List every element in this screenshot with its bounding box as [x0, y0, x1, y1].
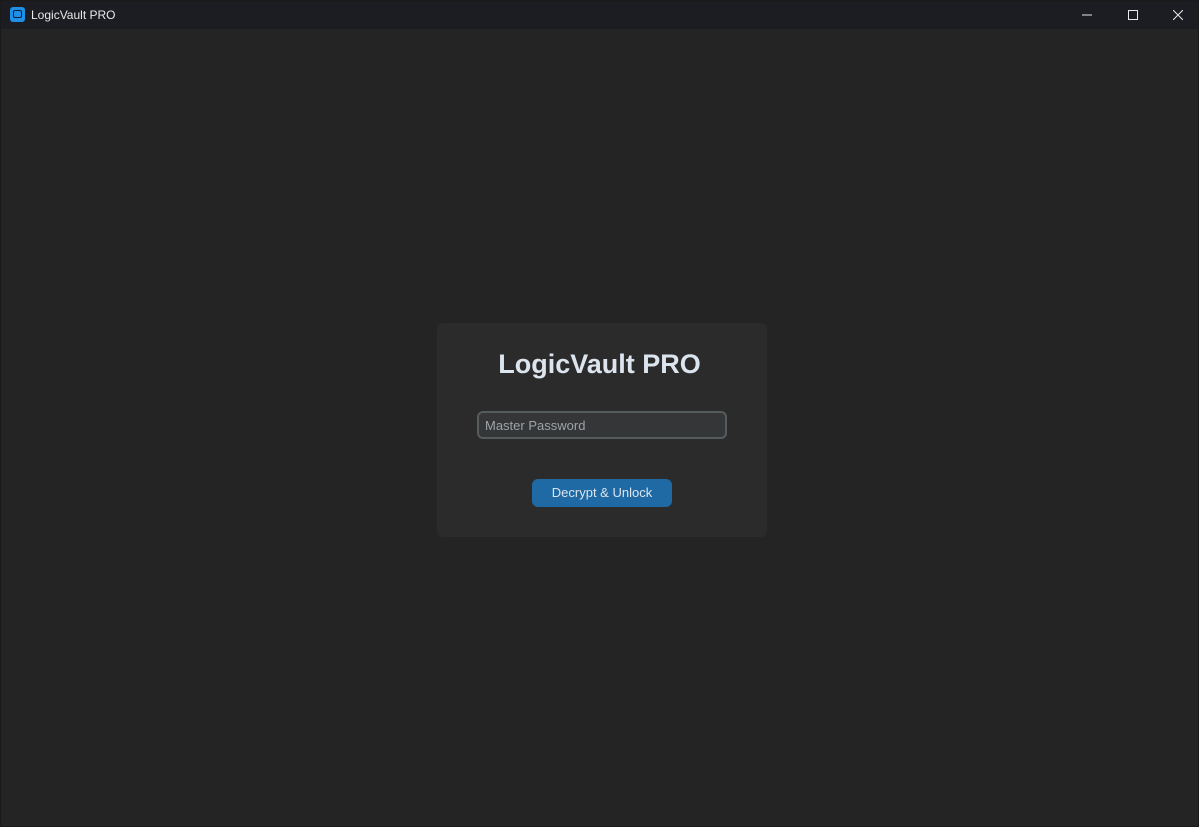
login-heading: LogicVault PRO — [498, 349, 701, 379]
maximize-icon — [1128, 10, 1138, 20]
app-icon — [10, 7, 25, 22]
decrypt-unlock-button[interactable]: Decrypt & Unlock — [532, 479, 672, 507]
close-icon — [1173, 10, 1183, 20]
app-window: LogicVault PRO LogicVault PRO Decrypt & … — [0, 0, 1199, 827]
close-button[interactable] — [1155, 1, 1199, 29]
maximize-button[interactable] — [1110, 1, 1156, 29]
master-password-input[interactable] — [477, 411, 727, 439]
window-title: LogicVault PRO — [31, 8, 116, 22]
minimize-icon — [1082, 14, 1092, 16]
title-bar[interactable]: LogicVault PRO — [1, 1, 1198, 29]
minimize-button[interactable] — [1064, 1, 1110, 29]
